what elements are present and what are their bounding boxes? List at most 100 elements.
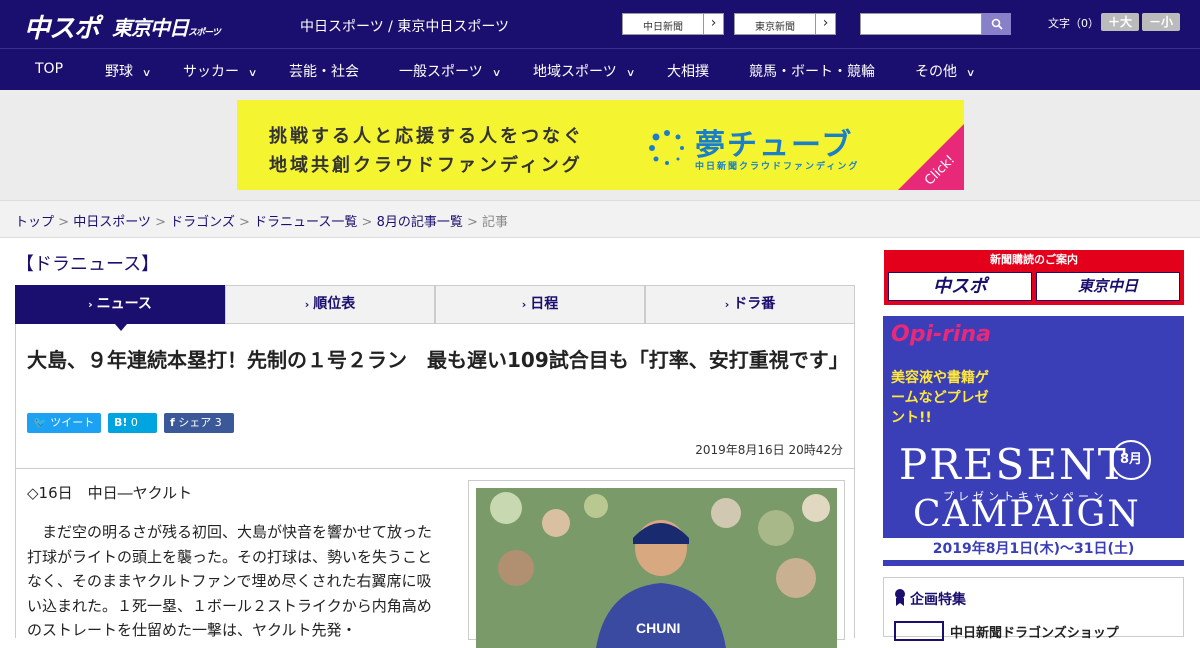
chevron-right-icon: ›	[703, 14, 723, 34]
subscribe-tokyo[interactable]: 東京中日	[1036, 272, 1180, 301]
nav-item-soccer[interactable]: サッカー ∨	[183, 61, 258, 81]
facebook-icon: f	[170, 416, 175, 429]
nav-label: 一般スポーツ	[399, 64, 483, 80]
chevron-right-icon: ›	[521, 298, 527, 311]
tokyo-chunichi-logo[interactable]: 東京中日スポーツ	[112, 12, 221, 41]
chunichi-shimbun-button[interactable]: 中日新聞 ›	[622, 13, 724, 35]
tokyo-logo-small: スポーツ	[188, 28, 221, 38]
chevron-down-icon: ∨	[141, 68, 152, 79]
tab-standings[interactable]: › 順位表	[225, 285, 435, 324]
ad-brand-sub: 中日新聞クラウドファンディング	[695, 162, 860, 172]
feature-thumb[interactable]	[894, 621, 944, 641]
chuspo-logo[interactable]: 中スポ	[24, 8, 100, 45]
category-title: 【ドラニュース】	[16, 254, 160, 275]
font-decrease-button[interactable]: －小	[1142, 13, 1180, 31]
nav-label: 大相撲	[667, 64, 709, 80]
present-campaign-banner[interactable]: Opi-rina 美容液や書籍ゲームなどプレゼント!! 8月 PRESENT プ…	[883, 316, 1184, 566]
nav-item-baseball[interactable]: 野球 ∨	[105, 61, 152, 81]
chevron-right-icon: ›	[88, 298, 93, 311]
ad-line-1: 挑戦する人と応援する人をつなぐ	[269, 126, 584, 147]
chevron-right-icon: ›	[724, 298, 730, 311]
chevron-down-icon: ∨	[247, 68, 258, 79]
ribbon-icon	[895, 589, 905, 606]
breadcrumb-link-dragons[interactable]: ドラゴンズ	[170, 215, 235, 230]
font-increase-button[interactable]: ＋大	[1101, 13, 1139, 31]
tab-schedule[interactable]: › 日程	[435, 285, 645, 324]
feature-section: 企画特集 中日新聞ドラゴンズショップ	[883, 577, 1184, 641]
site-links[interactable]: 中日スポーツ / 東京中日スポーツ	[300, 16, 509, 36]
nav-item-local-sports[interactable]: 地域スポーツ ∨	[533, 61, 636, 81]
campaign-present: PRESENT	[899, 440, 1128, 489]
ad-line-2: 地域共創クラウドファンディング	[269, 155, 583, 176]
subscribe-banner[interactable]: 新聞購読のご案内 中スポ 東京中日	[884, 250, 1184, 305]
subscribe-title: 新聞購読のご案内	[990, 253, 1078, 266]
nav-item-entertainment[interactable]: 芸能・社会	[289, 61, 359, 81]
feature-title: 企画特集	[910, 592, 966, 608]
game-info: ◇16日 中日―ヤクルト	[27, 484, 193, 502]
hatena-button[interactable]: B! 0	[108, 413, 157, 433]
article-header: 大島、９年連続本塁打！先制の１号２ラン 最も遅い109試合目も「打率、安打重視で…	[15, 324, 855, 469]
article-photo[interactable]: CHUNI	[476, 488, 837, 648]
tab-label: 日程	[530, 296, 559, 312]
hatena-count: 0	[130, 416, 138, 429]
font-size-label: 文字（0）	[1048, 17, 1099, 30]
feature-item[interactable]: 中日新聞ドラゴンズショップ	[950, 622, 1119, 641]
dots-logo-icon	[649, 130, 684, 165]
player-photo-image: CHUNI	[476, 488, 837, 648]
nav-label: 地域スポーツ	[533, 64, 617, 80]
tokyo-shimbun-button[interactable]: 東京新聞 ›	[734, 13, 836, 35]
ad-area: 挑戦する人と応援する人をつなぐ 地域共創クラウドファンディング 夢チューブ 中日…	[0, 90, 1200, 200]
chunichi-shimbun-label: 中日新聞	[643, 22, 683, 33]
tweet-label: ツイート	[50, 416, 95, 429]
nav-item-top[interactable]: TOP	[35, 61, 63, 77]
tokyo-logo-text: 東京中日	[112, 16, 189, 40]
tab-reporter[interactable]: › ドラ番	[645, 285, 855, 324]
subscribe-chuspo[interactable]: 中スポ	[888, 272, 1032, 301]
campaign-title: CAMPAIGN	[913, 494, 1141, 535]
search-button[interactable]	[982, 13, 1011, 35]
tab-label: 順位表	[313, 296, 356, 312]
tweet-button[interactable]: 🐦 ツイート	[27, 413, 101, 433]
top-header: 中スポ 東京中日スポーツ 中日スポーツ / 東京中日スポーツ 中日新聞 › 東京…	[0, 0, 1200, 48]
nav-label: TOP	[35, 61, 64, 77]
crowdfunding-ad-banner[interactable]: 挑戦する人と応援する人をつなぐ 地域共創クラウドファンディング 夢チューブ 中日…	[237, 100, 964, 190]
nav-item-other[interactable]: その他 ∨	[915, 61, 976, 81]
article-headline: 大島、９年連続本塁打！先制の１号２ラン 最も遅い109試合目も「打率、安打重視で…	[27, 348, 849, 372]
tab-label: ドラ番	[733, 296, 776, 312]
tab-news[interactable]: › ニュース	[15, 285, 225, 331]
facebook-count: 3	[214, 416, 222, 429]
breadcrumb-link-top[interactable]: トップ	[15, 215, 54, 230]
chevron-down-icon: ∨	[625, 68, 636, 79]
search-input[interactable]	[860, 13, 982, 35]
campaign-brand: Opi-rina	[891, 322, 992, 347]
article-date: 2019年8月16日 20時42分	[695, 443, 843, 457]
article-body: ◇16日 中日―ヤクルト まだ空の明るさが残る初回、大島が快音を響かせて放った打…	[15, 468, 855, 648]
breadcrumb-link-chuspo[interactable]: 中日スポーツ	[73, 215, 151, 230]
nav-item-general-sports[interactable]: 一般スポーツ ∨	[399, 61, 502, 81]
main-nav: TOP 野球 ∨ サッカー ∨ 芸能・社会 一般スポーツ ∨ 地域スポーツ ∨ 大相撲 …	[0, 48, 1200, 90]
breadcrumb-link-august[interactable]: 8月の記事一覧	[377, 215, 463, 230]
article-photo-frame: CHUNI	[468, 480, 845, 648]
breadcrumb: トップ > 中日スポーツ > ドラゴンズ > ドラニュース一覧 > 8月の記事一…	[15, 215, 509, 230]
section-tabs: › ニュース › 順位表 › 日程 › ドラ番	[15, 285, 855, 331]
tab-label: ニュース	[96, 296, 152, 312]
nav-label: 競馬・ボート・競輪	[749, 64, 875, 80]
nav-label: その他	[915, 64, 957, 80]
nav-label: サッカー	[183, 64, 239, 80]
facebook-share-button[interactable]: f シェア 3	[164, 413, 234, 433]
chevron-right-icon: ›	[815, 14, 835, 34]
nav-item-sumo[interactable]: 大相撲	[667, 61, 709, 81]
article-text: まだ空の明るさが残る初回、大島が快音を響かせて放った打球がライトの頭上を襲った。…	[27, 523, 433, 639]
chevron-down-icon: ∨	[965, 68, 976, 79]
chevron-down-icon: ∨	[491, 68, 502, 79]
breadcrumb-link-news-list[interactable]: ドラニュース一覧	[254, 215, 357, 230]
nav-item-racing[interactable]: 競馬・ボート・競輪	[749, 61, 875, 81]
search-icon	[991, 18, 1003, 30]
twitter-icon: 🐦	[33, 416, 47, 429]
svg-text:CHUNI: CHUNI	[636, 620, 680, 636]
chevron-right-icon: ›	[304, 298, 310, 311]
campaign-promo: 美容液や書籍ゲームなどプレゼント!!	[891, 370, 989, 426]
facebook-label: シェア	[178, 416, 212, 429]
tokyo-shimbun-label: 東京新聞	[755, 22, 795, 33]
nav-label: 野球	[105, 64, 133, 80]
